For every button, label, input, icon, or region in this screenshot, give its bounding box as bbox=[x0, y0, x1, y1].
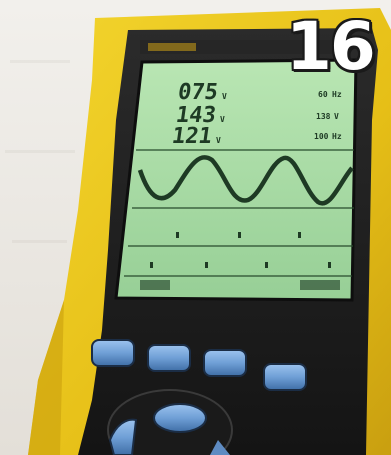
f2-button[interactable] bbox=[147, 344, 191, 372]
reading-2-unit: V bbox=[220, 115, 225, 124]
reading-1-unit: V bbox=[222, 92, 227, 101]
f3-button[interactable] bbox=[203, 349, 247, 377]
reading-3-unit: V bbox=[216, 136, 221, 145]
f4-button[interactable] bbox=[263, 363, 307, 391]
reading-3-value: 121 bbox=[170, 124, 214, 149]
reading-1-right-value: 60 bbox=[318, 90, 328, 99]
reading-1-right-unit: Hz bbox=[332, 90, 342, 99]
step-number-badge: 16 bbox=[286, 8, 376, 85]
reading-2-right-value: 138 bbox=[316, 112, 331, 121]
reading-3-right-value: 100 bbox=[314, 132, 329, 141]
reading-1-value: 075 bbox=[176, 80, 220, 105]
reading-2-right-unit: V bbox=[334, 112, 339, 121]
f1-button[interactable] bbox=[91, 339, 135, 367]
reading-3-right-unit: Hz bbox=[332, 132, 342, 141]
